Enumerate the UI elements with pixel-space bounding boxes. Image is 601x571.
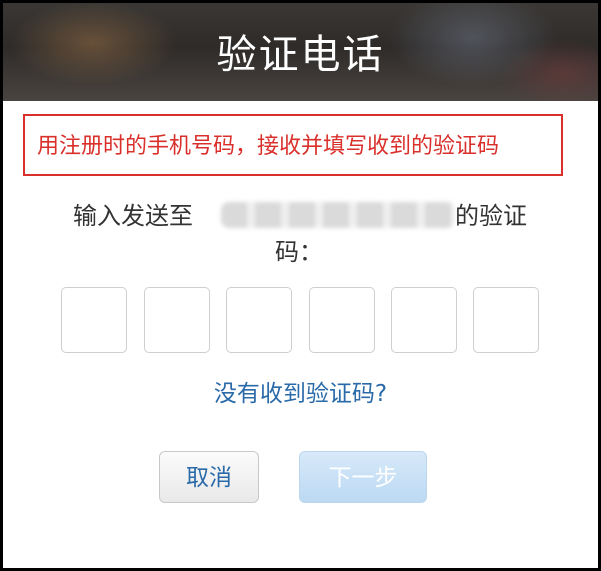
masked-phone-number xyxy=(221,202,455,228)
verify-phone-dialog: 验证电话 用注册时的手机号码，接收并填写收到的验证码 输入发送至 的验证 码： … xyxy=(3,3,598,568)
code-input-6[interactable] xyxy=(473,287,539,353)
prompt-prefix: 输入发送至 xyxy=(73,202,193,230)
code-input-3[interactable] xyxy=(226,287,292,353)
code-input-4[interactable] xyxy=(309,287,375,353)
code-input-2[interactable] xyxy=(144,287,210,353)
cancel-button[interactable]: 取消 xyxy=(159,451,259,503)
prompt-line2: 码： xyxy=(275,238,323,266)
page-title: 验证电话 xyxy=(216,32,385,78)
next-step-button[interactable]: 下一步 xyxy=(299,451,427,503)
header-bar: 验证电话 xyxy=(3,3,598,101)
code-input-5[interactable] xyxy=(391,287,457,353)
resend-code-link[interactable]: 没有收到验证码? xyxy=(3,377,598,411)
code-input-1[interactable] xyxy=(61,287,127,353)
prompt-suffix: 的验证 xyxy=(455,202,527,230)
instruction-banner: 用注册时的手机号码，接收并填写收到的验证码 xyxy=(23,114,563,176)
